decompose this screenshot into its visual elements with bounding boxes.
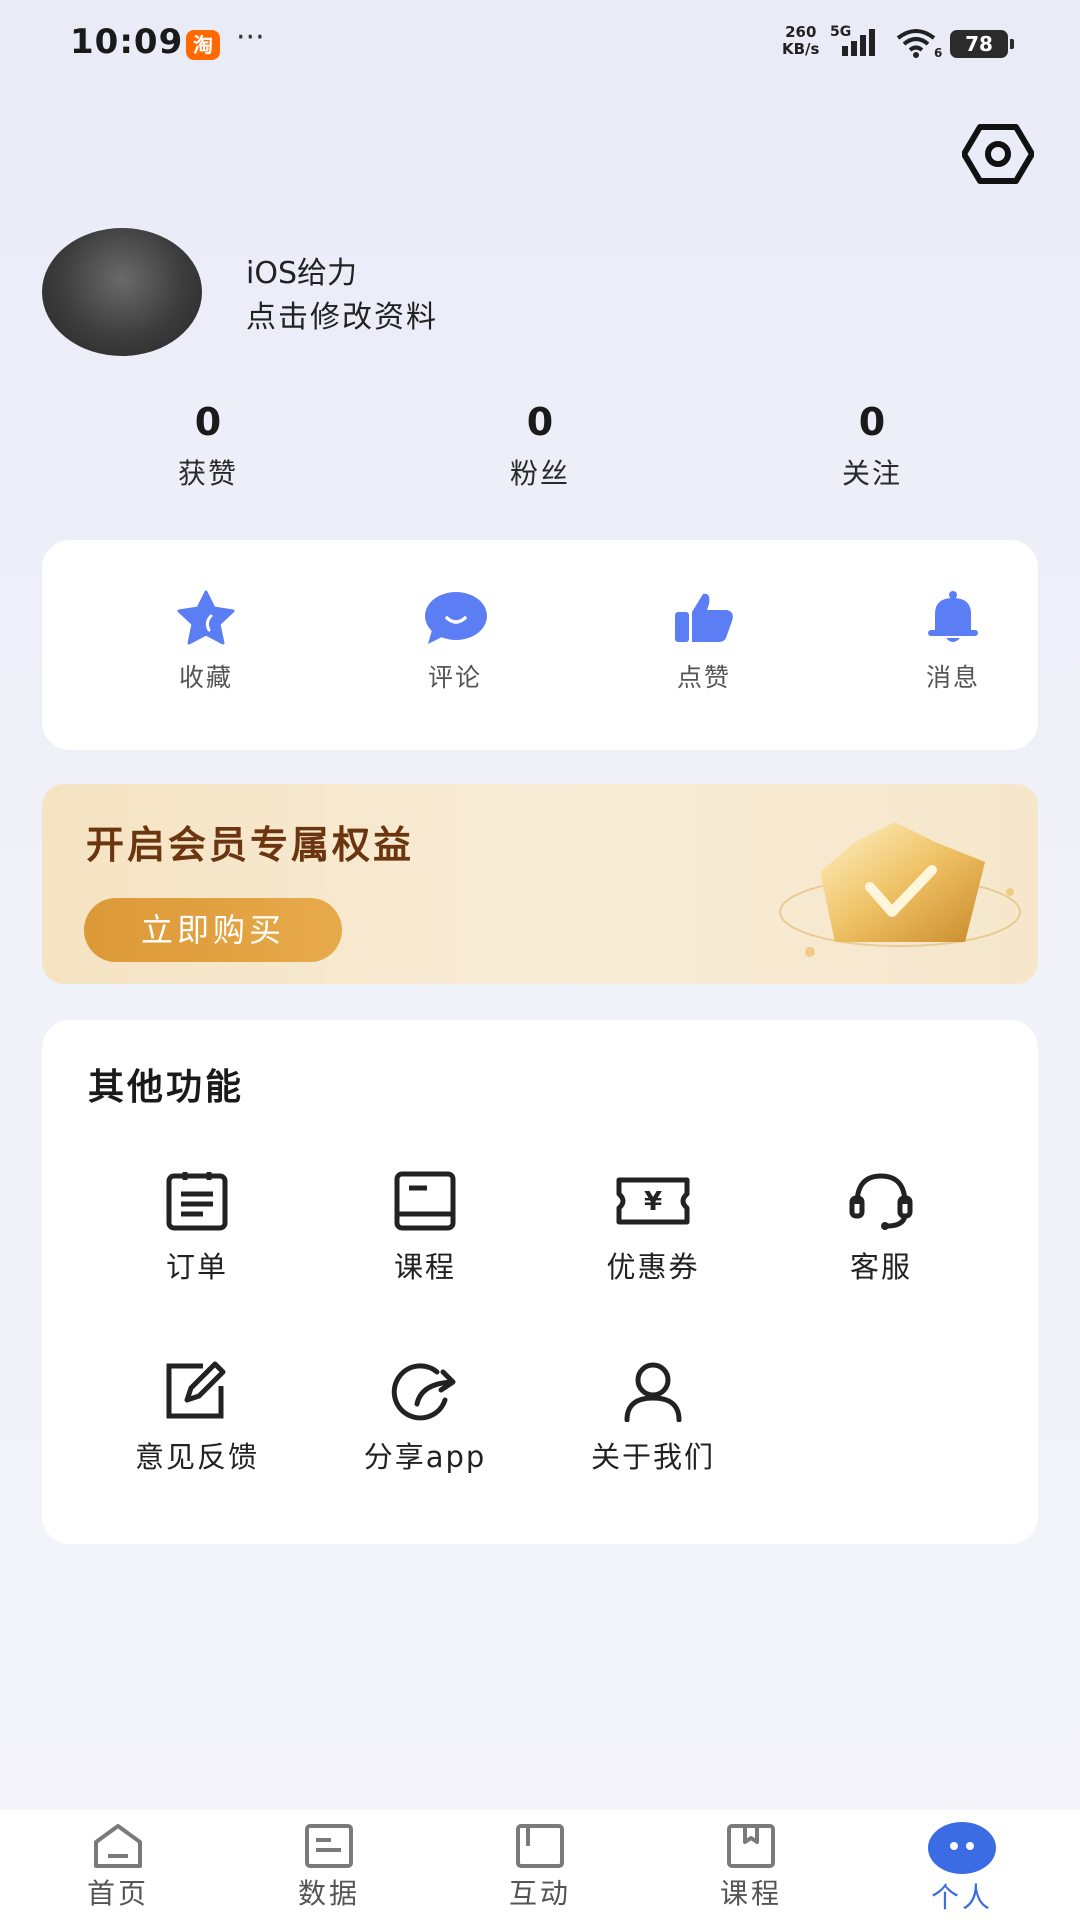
status-time: 10:09 — [70, 22, 184, 62]
coupon-icon: ¥ — [616, 1177, 690, 1225]
more-notifications-icon: ··· — [236, 20, 265, 55]
book-icon — [394, 1171, 456, 1231]
stat-value: 0 — [858, 400, 886, 444]
bell-icon — [928, 591, 978, 642]
user-name[interactable]: iOS给力 — [246, 248, 357, 292]
tab-label: 互动 — [508, 1877, 571, 1910]
tab-label: 数据 — [297, 1877, 360, 1910]
tab-data[interactable]: 数据 — [259, 1822, 399, 1912]
home-icon — [94, 1824, 142, 1868]
interact-icon — [516, 1824, 564, 1868]
share-icon — [391, 1363, 456, 1421]
comments-label: 评论 — [427, 663, 482, 692]
quick-actions-card: 收藏 评论 点赞 消息 — [42, 540, 1038, 750]
tab-label: 个人 — [930, 1881, 993, 1914]
courses-label: 课程 — [393, 1250, 456, 1284]
section-title: 其他功能 — [88, 1067, 245, 1108]
stat-label: 粉丝 — [509, 457, 570, 490]
vip-banner[interactable]: 开启会员专属权益 立即购买 — [42, 784, 1038, 984]
customer-service-label: 客服 — [849, 1250, 912, 1284]
courses-button[interactable]: 课程 — [325, 1170, 525, 1286]
network-speed: 260 KB/s — [782, 24, 819, 58]
stat-following[interactable]: 0 关注 — [772, 400, 972, 492]
order-list-icon — [166, 1172, 228, 1231]
orders-button[interactable]: 订单 — [97, 1170, 297, 1286]
profile-icon — [928, 1822, 996, 1874]
edit-profile-link[interactable]: 点击修改资料 — [246, 292, 438, 336]
settings-button[interactable] — [962, 122, 1034, 186]
stat-label: 获赞 — [177, 457, 238, 490]
signal-icon — [842, 29, 875, 56]
network-speed-value: 260 — [785, 23, 817, 41]
comment-icon — [425, 592, 487, 644]
feedback-button[interactable]: 意见反馈 — [97, 1360, 297, 1476]
network-speed-unit: KB/s — [782, 40, 820, 58]
stat-fans[interactable]: 0 粉丝 — [440, 400, 640, 492]
stat-label: 关注 — [841, 457, 902, 490]
messages-label: 消息 — [925, 663, 980, 692]
battery-indicator: 78 — [950, 30, 1014, 58]
bottom-tab-bar: 首页 数据 互动 课程 个人 — [0, 1810, 1080, 1920]
tab-interact[interactable]: 互动 — [470, 1822, 610, 1912]
svg-text:¥: ¥ — [644, 1187, 662, 1217]
orders-label: 订单 — [165, 1250, 228, 1284]
thumbs-up-icon — [675, 593, 733, 642]
stat-value: 0 — [194, 400, 222, 444]
buy-now-button[interactable]: 立即购买 — [84, 898, 342, 962]
tab-home[interactable]: 首页 — [48, 1822, 188, 1912]
about-us-label: 关于我们 — [590, 1440, 715, 1474]
feedback-label: 意见反馈 — [134, 1440, 259, 1474]
share-app-button[interactable]: 分享app — [325, 1360, 525, 1476]
tab-label: 首页 — [86, 1877, 149, 1910]
comments-button[interactable]: 评论 — [375, 590, 535, 694]
taobao-app-icon: 淘 — [186, 30, 220, 60]
messages-button[interactable]: 消息 — [873, 590, 1033, 694]
avatar[interactable] — [42, 228, 202, 356]
tab-course[interactable]: 课程 — [681, 1822, 821, 1912]
headset-icon — [849, 1173, 913, 1230]
wifi-sub-label: 6 — [934, 46, 942, 58]
vip-title: 开启会员专属权益 — [86, 823, 415, 867]
likes-button[interactable]: 点赞 — [624, 590, 784, 694]
about-us-button[interactable]: 关于我们 — [553, 1360, 753, 1476]
stat-likes[interactable]: 0 获赞 — [108, 400, 308, 492]
course-icon — [727, 1824, 775, 1868]
tab-label: 课程 — [719, 1877, 782, 1910]
favorites-label: 收藏 — [178, 663, 233, 692]
crown-icon — [779, 822, 1021, 957]
other-functions-card: 其他功能 订单 课程 ¥ 优惠券 客服 意见反馈 分享app 关于我们 — [42, 1020, 1038, 1544]
favorites-button[interactable]: 收藏 — [126, 590, 286, 694]
user-icon — [624, 1362, 682, 1422]
tab-profile[interactable]: 个人 — [892, 1822, 1032, 1916]
likes-label: 点赞 — [676, 663, 731, 692]
coupons-label: 优惠券 — [606, 1250, 700, 1284]
customer-service-button[interactable]: 客服 — [781, 1170, 981, 1286]
stat-value: 0 — [526, 400, 554, 444]
star-icon — [177, 590, 235, 645]
status-bar: 10:09 淘 ··· 260 KB/s 5G 6 78 — [0, 0, 1080, 90]
coupons-button[interactable]: ¥ 优惠券 — [553, 1170, 753, 1286]
share-app-label: 分享app — [363, 1440, 487, 1474]
data-icon — [305, 1824, 353, 1868]
wifi-icon: 6 — [896, 29, 942, 58]
feedback-edit-icon — [166, 1361, 226, 1419]
